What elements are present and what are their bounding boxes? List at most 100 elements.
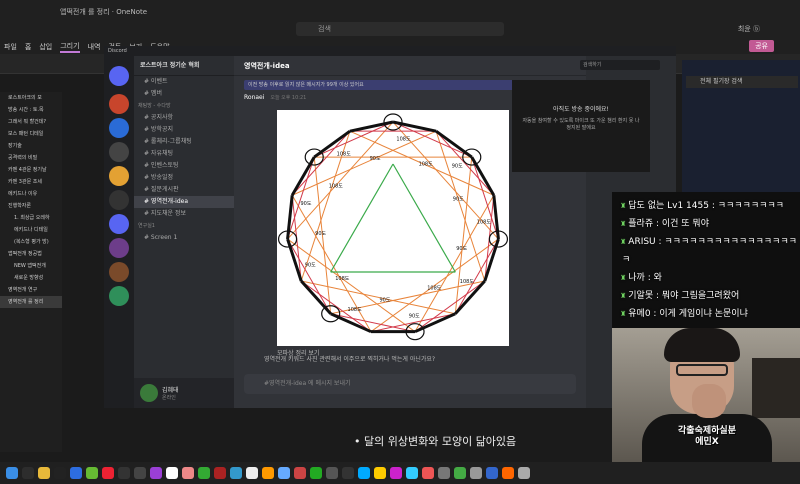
page-item[interactable]: 진행학자론 bbox=[0, 200, 62, 212]
taskbar-app-icon[interactable] bbox=[438, 467, 450, 479]
avatar[interactable] bbox=[140, 384, 158, 402]
taskbar-app-icon[interactable] bbox=[518, 467, 530, 479]
notebook-search-bar[interactable]: 전체 필기장 검색 bbox=[686, 76, 798, 88]
taskbar-app-icon[interactable] bbox=[470, 467, 482, 479]
angle-label: 108도 bbox=[337, 151, 352, 157]
channel-item[interactable]: # 영역전개-idea bbox=[134, 196, 234, 208]
taskbar-app-icon[interactable] bbox=[406, 467, 418, 479]
channel-item[interactable]: # 이벤트 bbox=[134, 76, 234, 88]
taskbar-app-icon[interactable] bbox=[422, 467, 434, 479]
taskbar-app-icon[interactable] bbox=[150, 467, 162, 479]
search-input[interactable]: 검색 bbox=[296, 22, 504, 36]
page-item[interactable]: 로스트아크의 모 bbox=[0, 92, 62, 104]
taskbar-app-icon[interactable] bbox=[198, 467, 210, 479]
page-item[interactable]: 에키드나 디테일 bbox=[0, 224, 62, 236]
chat-badge-icon: ♜ bbox=[620, 238, 627, 246]
page-item[interactable]: 영역전개 를 정리 bbox=[0, 296, 62, 308]
channel-item[interactable]: # 지도채운 정보 bbox=[134, 208, 234, 220]
server-icon[interactable] bbox=[109, 190, 129, 210]
taskbar-app-icon[interactable] bbox=[358, 467, 370, 479]
page-item[interactable]: 앱떡전개 정공법 bbox=[0, 248, 62, 260]
message-author[interactable]: Ronaei bbox=[244, 94, 264, 101]
channel-item[interactable]: # 멤버 bbox=[134, 88, 234, 100]
ribbon-tab[interactable]: 삽입 bbox=[39, 42, 52, 52]
channel-item[interactable]: # 방송일정 bbox=[134, 172, 234, 184]
taskbar-app-icon[interactable] bbox=[454, 467, 466, 479]
page-item[interactable]: 방송 시간 : 토.목 bbox=[0, 104, 62, 116]
shared-figure[interactable]: 108도 108도 90도 90도 108도 90도 108도 108도 90도 90도 108도 1… bbox=[277, 110, 509, 346]
taskbar-app-icon[interactable] bbox=[6, 467, 18, 479]
taskbar-app-icon[interactable] bbox=[230, 467, 242, 479]
share-button[interactable]: 공유 bbox=[749, 40, 774, 52]
taskbar-app-icon[interactable] bbox=[326, 467, 338, 479]
discord-search-input[interactable]: 검색하기 bbox=[580, 60, 660, 70]
ribbon-tab[interactable]: 홈 bbox=[25, 42, 31, 52]
taskbar-app-icon[interactable] bbox=[118, 467, 130, 479]
channel-item[interactable]: # 공지사항 bbox=[134, 112, 234, 124]
channel-item[interactable]: # 자유채팅 bbox=[134, 148, 234, 160]
server-icon[interactable] bbox=[109, 118, 129, 138]
page-item[interactable]: 영역전개 연구 bbox=[0, 284, 62, 296]
message-input[interactable]: #영역전개-idea 에 메시지 보내기 bbox=[244, 374, 576, 394]
taskbar-app-icon[interactable] bbox=[486, 467, 498, 479]
taskbar-app-icon[interactable] bbox=[342, 467, 354, 479]
ribbon-tab[interactable]: 내역 bbox=[88, 42, 101, 52]
taskbar-app-icon[interactable] bbox=[182, 467, 194, 479]
onenote-titlebar: 앱떡전개 를 정리 · OneNote bbox=[0, 0, 800, 22]
taskbar-app-icon[interactable] bbox=[246, 467, 258, 479]
chat-text: 유메0 : 이게 게임이냐 논문이냐 bbox=[628, 309, 748, 319]
ribbon-tab[interactable]: 파일 bbox=[4, 42, 17, 52]
page-item[interactable]: 장기술 bbox=[0, 140, 62, 152]
server-icon[interactable] bbox=[109, 142, 129, 162]
taskbar-app-icon[interactable] bbox=[214, 467, 226, 479]
taskbar-app-icon[interactable] bbox=[262, 467, 274, 479]
account-name[interactable]: 최윤 ⓑ bbox=[738, 24, 760, 34]
taskbar-app-icon[interactable] bbox=[166, 467, 178, 479]
server-icon[interactable] bbox=[109, 94, 129, 114]
taskbar-app-icon[interactable] bbox=[502, 467, 514, 479]
taskbar-app-icon[interactable] bbox=[310, 467, 322, 479]
server-icon[interactable] bbox=[109, 286, 129, 306]
page-item[interactable]: NEW 앱떡전개 bbox=[0, 260, 62, 272]
taskbar-app-icon[interactable] bbox=[278, 467, 290, 479]
page-item[interactable]: 그래서 뭐 할건데? bbox=[0, 116, 62, 128]
channel-category[interactable]: 채팅방 - 수다방 bbox=[134, 100, 234, 112]
taskbar-app-icon[interactable] bbox=[390, 467, 402, 479]
server-icon[interactable] bbox=[109, 214, 129, 234]
taskbar-app-icon[interactable] bbox=[102, 467, 114, 479]
ribbon-tab[interactable]: 그리기 bbox=[60, 41, 80, 53]
server-icon[interactable] bbox=[109, 166, 129, 186]
taskbar-app-icon[interactable] bbox=[294, 467, 306, 479]
server-icon[interactable] bbox=[109, 238, 129, 258]
taskbar-app-icon[interactable] bbox=[70, 467, 82, 479]
page-item[interactable]: 새로운 방향성 bbox=[0, 272, 62, 284]
chat-line: ㅋ bbox=[620, 252, 630, 265]
taskbar-app-icon[interactable] bbox=[86, 467, 98, 479]
channel-item[interactable]: # 인벤스토팅 bbox=[134, 160, 234, 172]
user-status: 온라인 bbox=[162, 395, 176, 401]
taskbar bbox=[0, 462, 800, 484]
taskbar-app-icon[interactable] bbox=[38, 467, 50, 479]
taskbar-app-icon[interactable] bbox=[134, 467, 146, 479]
page-item[interactable]: 1. 최상급 오레하 bbox=[0, 212, 62, 224]
server-icon[interactable] bbox=[109, 66, 129, 86]
page-item[interactable]: 카멘 3관문 조세 bbox=[0, 176, 62, 188]
channel-item[interactable]: # 롤체리-그룹채팅 bbox=[134, 136, 234, 148]
background-piano bbox=[752, 358, 800, 418]
server-icon[interactable] bbox=[109, 262, 129, 282]
taskbar-app-icon[interactable] bbox=[54, 467, 66, 479]
taskbar-app-icon[interactable] bbox=[22, 467, 34, 479]
page-item[interactable]: (복스형 평가 방) bbox=[0, 236, 62, 248]
taskbar-app-icon[interactable] bbox=[374, 467, 386, 479]
channel-item[interactable]: # 방학공지 bbox=[134, 124, 234, 136]
page-item[interactable]: 에키드나 이유 bbox=[0, 188, 62, 200]
streamer-glasses bbox=[676, 364, 728, 376]
page-item[interactable]: 공격력의 비밀 bbox=[0, 152, 62, 164]
chat-badge-icon: ♜ bbox=[620, 202, 627, 210]
channel-item[interactable]: # Screen 1 bbox=[134, 232, 234, 244]
page-item[interactable]: 보스 패턴 디테일 bbox=[0, 128, 62, 140]
server-name[interactable]: 로스트아크 정기순 혁회 bbox=[134, 56, 234, 76]
page-item[interactable]: 카멘 4관문 정기날 bbox=[0, 164, 62, 176]
channel-category[interactable]: 연구실1 bbox=[134, 220, 234, 232]
channel-item[interactable]: # 질문게시판 bbox=[134, 184, 234, 196]
